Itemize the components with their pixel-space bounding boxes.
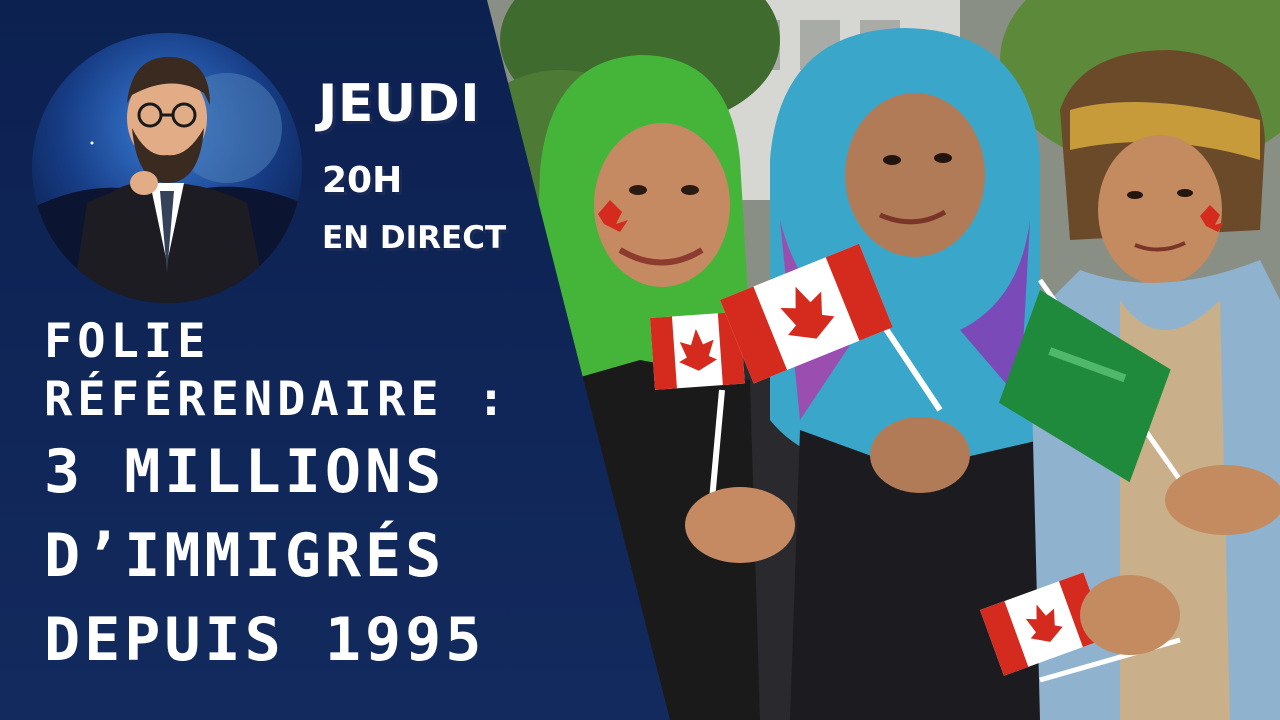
headline-line-2: RÉFÉRENDAIRE : [44,372,511,427]
broadcast-time: 20H [322,160,403,201]
broadcast-day: JEUDI [318,74,481,134]
host-avatar [32,33,302,303]
live-label: EN DIRECT [322,220,507,256]
thumbnail-canvas: JEUDI 20H EN DIRECT FOLIE RÉFÉRENDAIRE :… [0,0,1280,720]
crowd-photo [440,0,1280,720]
headline: FOLIE RÉFÉRENDAIRE : 3 MILLIONS D’IMMIGR… [44,318,510,694]
crowd-photo-image [440,0,1280,720]
headline-line-3: 3 MILLIONS [44,437,446,507]
host-avatar-image [32,33,302,303]
headline-line-4: D’IMMIGRÉS [44,521,446,591]
headline-line-5: DEPUIS 1995 [44,605,486,675]
headline-line-1: FOLIE [44,314,211,369]
